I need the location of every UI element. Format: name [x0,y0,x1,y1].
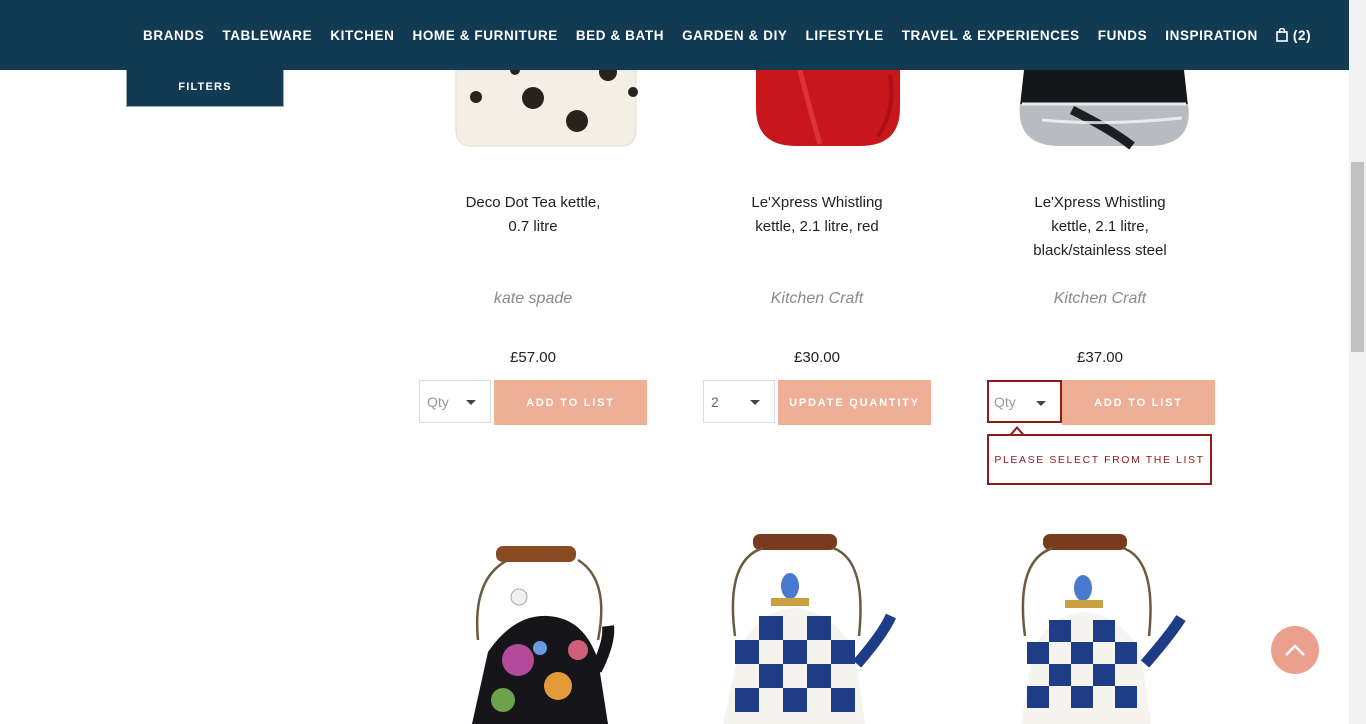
update-quantity-button[interactable]: UPDATE QUANTITY [778,380,931,425]
add-to-list-button[interactable]: ADD TO LIST [1062,380,1215,425]
product-image-check-kettle-large[interactable] [1015,530,1200,724]
validation-tooltip: PLEASE SELECT FROM THE LIST [987,434,1212,485]
main-nav: BRANDS TABLEWARE KITCHEN HOME & FURNITUR… [143,0,1311,70]
nav-item-tableware[interactable]: TABLEWARE [222,28,312,43]
nav-item-funds[interactable]: FUNDS [1098,28,1148,43]
quantity-select[interactable]: 2 [703,380,775,423]
product-price: £30.00 [794,349,840,366]
nav-item-lifestyle[interactable]: LIFESTYLE [806,28,884,43]
nav-item-home-furniture[interactable]: HOME & FURNITURE [412,28,557,43]
quantity-select[interactable]: Qty [419,380,491,423]
dropdown-caret-icon [466,400,476,405]
product-name-line: Le'Xpress Whistling [1034,194,1166,211]
dropdown-caret-icon [1036,401,1046,406]
nav-item-garden-diy[interactable]: GARDEN & DIY [682,28,787,43]
add-to-list-button[interactable]: ADD TO LIST [494,380,647,425]
back-to-top-button[interactable] [1271,626,1319,674]
quantity-select-value: Qty [994,393,1016,410]
filters-button[interactable]: FILTERS [126,64,284,107]
scrollbar-thumb[interactable] [1351,162,1364,352]
cart-button[interactable]: (2) [1276,28,1311,43]
product-name[interactable]: Deco Dot Tea kettle, 0.7 litre [418,191,648,239]
dropdown-caret-icon [750,400,760,405]
product-brand[interactable]: kate spade [418,290,648,308]
product-image-check-kettle[interactable] [715,530,905,724]
product-image-deco-dot-kettle[interactable] [440,70,645,152]
nav-item-brands[interactable]: BRANDS [143,28,204,43]
top-navigation-bar: BRANDS TABLEWARE KITCHEN HOME & FURNITUR… [0,0,1349,70]
nav-item-inspiration[interactable]: INSPIRATION [1165,28,1258,43]
product-name-line: Le'Xpress Whistling [751,194,883,211]
vertical-scrollbar[interactable] [1349,0,1366,724]
product-name-line: kettle, 2.1 litre, red [755,218,879,235]
quantity-select-value: 2 [711,393,719,410]
cart-count: (2) [1292,27,1312,43]
product-name[interactable]: Le'Xpress Whistling kettle, 2.1 litre, r… [702,191,932,239]
product-price: £37.00 [1077,349,1123,366]
product-name-line: kettle, 2.1 litre, [1051,218,1149,235]
chevron-up-icon [1285,644,1305,656]
nav-item-travel-experiences[interactable]: TRAVEL & EXPERIENCES [902,28,1080,43]
product-price: £57.00 [510,349,556,366]
quantity-select-value: Qty [427,393,449,410]
product-name-line: 0.7 litre [508,218,558,235]
product-image-black-kettle[interactable] [1012,70,1197,150]
product-brand[interactable]: Kitchen Craft [985,290,1215,308]
shopping-bag-icon [1276,28,1288,42]
quantity-select[interactable]: Qty [987,380,1062,423]
product-name[interactable]: Le'Xpress Whistling kettle, 2.1 litre, b… [985,191,1215,263]
nav-item-kitchen[interactable]: KITCHEN [330,28,394,43]
product-image-red-kettle[interactable] [750,70,905,150]
product-name-line: Deco Dot Tea kettle, [465,194,601,211]
product-name-line: black/stainless steel [1033,242,1167,259]
product-image-flower-kettle[interactable] [448,530,638,724]
product-brand[interactable]: Kitchen Craft [702,290,932,308]
nav-item-bed-bath[interactable]: BED & BATH [576,28,664,43]
